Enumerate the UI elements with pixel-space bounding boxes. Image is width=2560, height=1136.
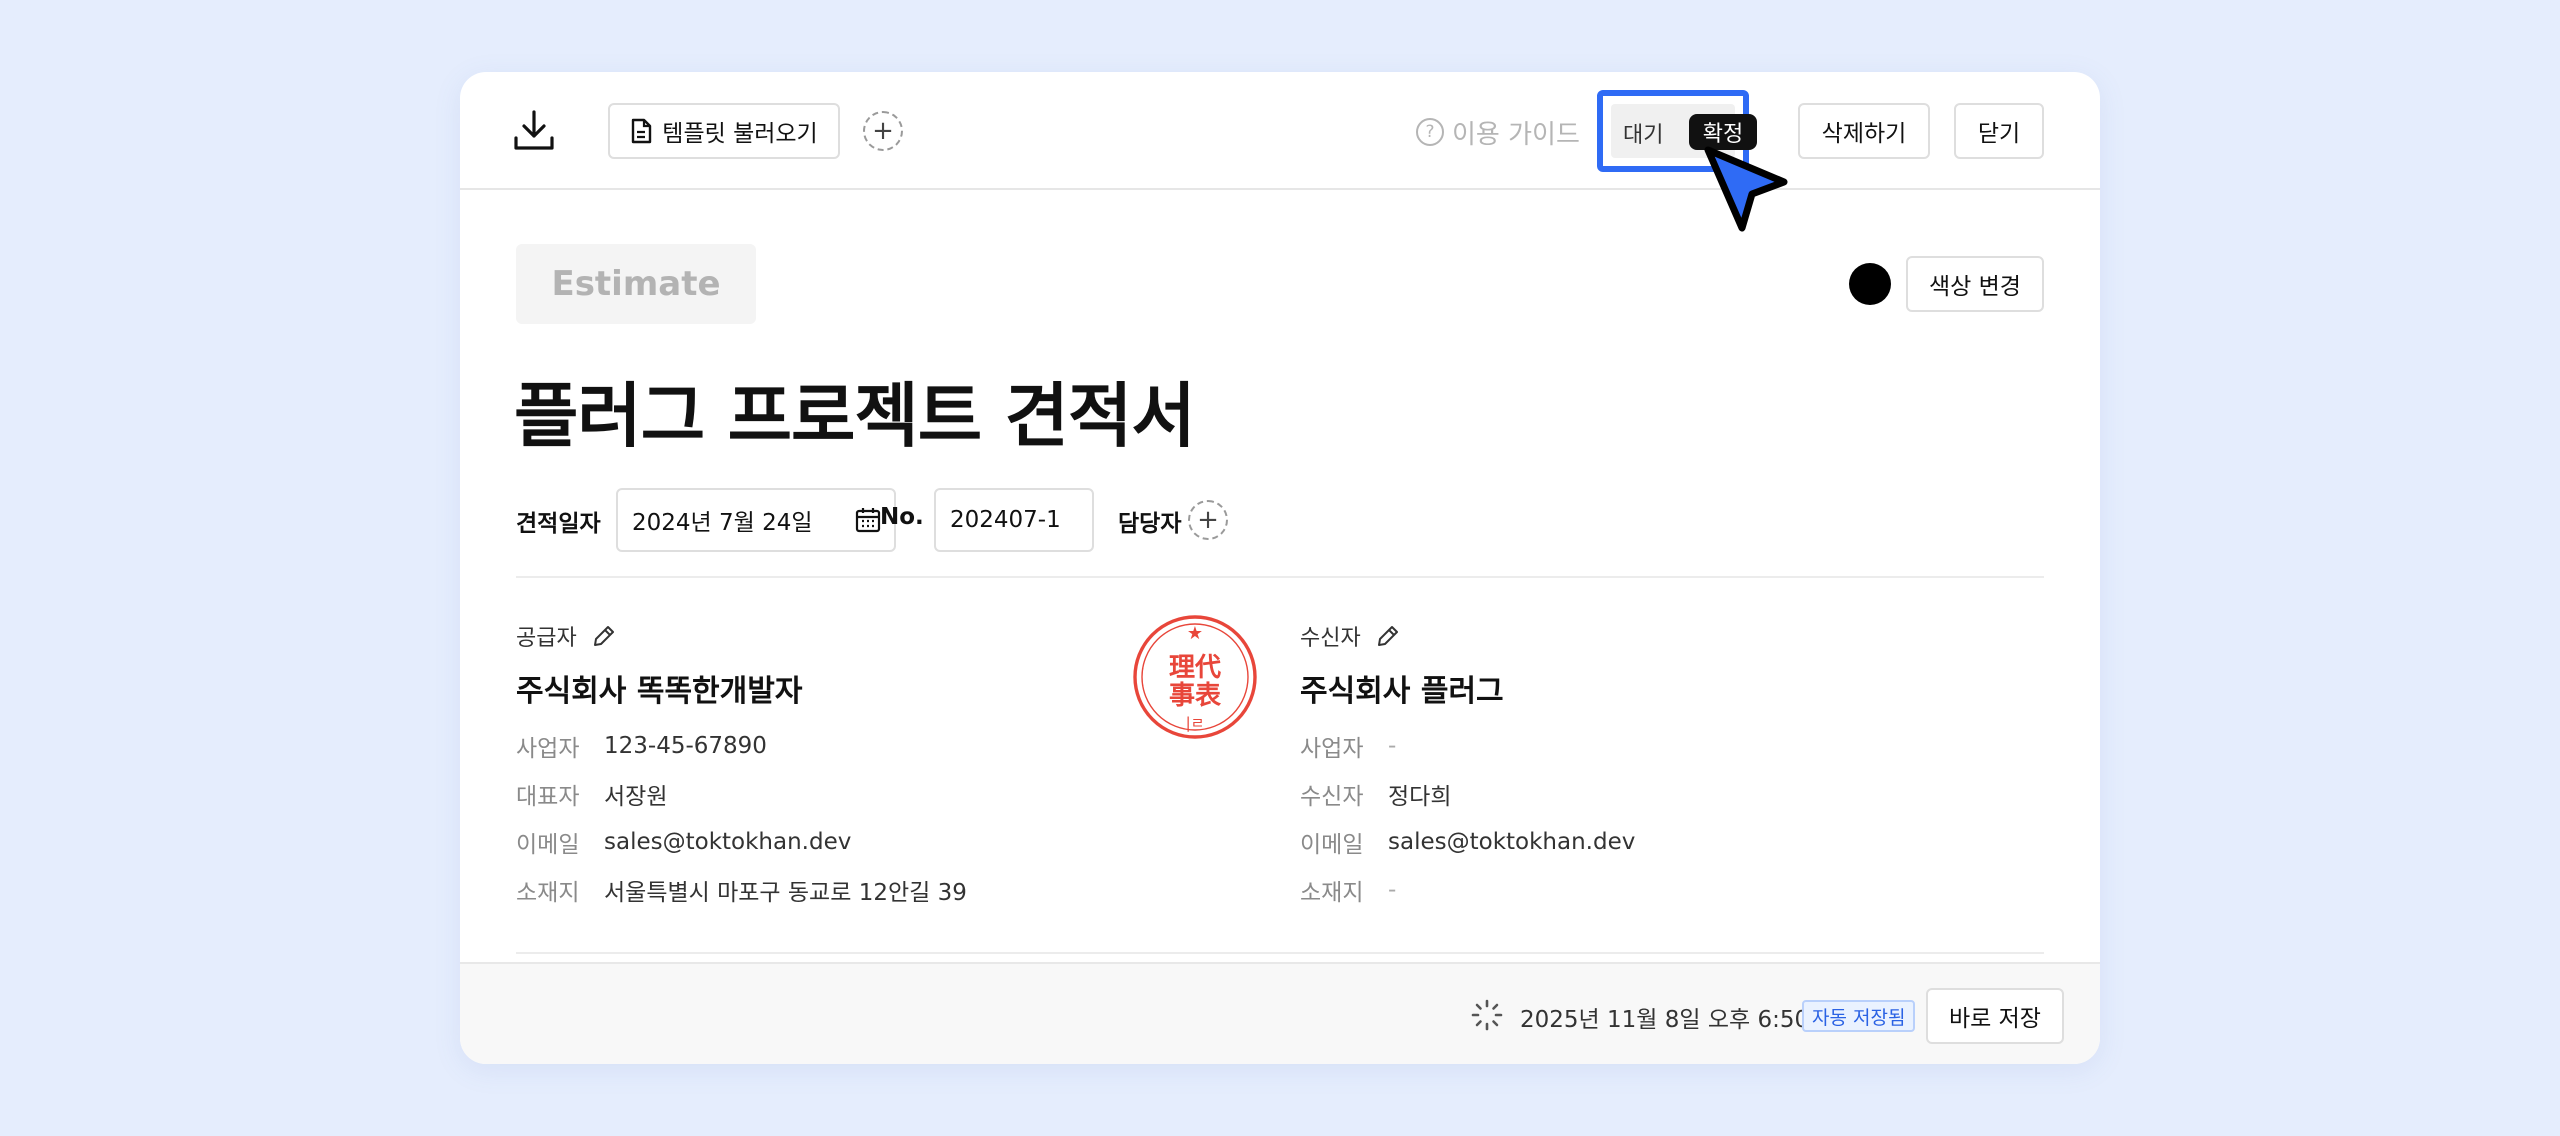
- company-seal-stamp: ★ 理代 事表 |ㄹ: [1133, 615, 1257, 739]
- pencil-icon[interactable]: [1375, 623, 1401, 649]
- receiver-header: 수신자: [1300, 616, 1920, 656]
- receiver-row: 수신자 정다희: [1300, 778, 1920, 810]
- receiver-row: 이메일 sales@toktokhan.dev: [1300, 826, 1920, 858]
- document-title[interactable]: 플러그 프로젝트 견적서: [514, 360, 1196, 461]
- loading-spinner-icon: [1471, 999, 1503, 1031]
- receiver-heading: 수신자: [1300, 626, 1361, 651]
- row-value: 서울특별시 마포구 동교로 12안길 39: [604, 880, 967, 906]
- divider: [516, 576, 2044, 578]
- row-value: -: [1388, 877, 1397, 903]
- svg-text:理代: 理代: [1169, 653, 1221, 683]
- number-field[interactable]: 202407-1: [934, 488, 1094, 552]
- supplier-heading: 공급자: [516, 626, 577, 651]
- svg-text:|ㄹ: |ㄹ: [1186, 714, 1205, 732]
- estimate-editor-card: 템플릿 불러오기 + ? 이용 가이드 대기 확정 삭제하기 닫기 Estima…: [460, 72, 2100, 1064]
- row-key: 소재지: [516, 880, 580, 906]
- pointer-cursor-icon: [1704, 146, 1788, 232]
- row-value: -: [1388, 733, 1397, 759]
- svg-text:事表: 事表: [1169, 681, 1222, 711]
- color-swatch[interactable]: [1849, 263, 1891, 305]
- number-label: No.: [880, 504, 924, 530]
- plus-icon: +: [872, 116, 894, 146]
- receiver-row: 소재지 -: [1300, 874, 1920, 906]
- row-key: 수신자: [1300, 784, 1364, 810]
- row-value: 정다희: [1388, 784, 1452, 810]
- estimate-badge: Estimate: [516, 244, 756, 324]
- row-key: 사업자: [516, 736, 580, 762]
- status-wait-option[interactable]: 대기: [1623, 117, 1663, 149]
- usage-guide-label: 이용 가이드: [1452, 119, 1580, 150]
- receiver-name: 주식회사 플러그: [1300, 674, 1504, 709]
- row-value: sales@toktokhan.dev: [604, 829, 852, 855]
- date-label: 견적일자: [516, 511, 601, 537]
- add-owner-button[interactable]: +: [1188, 500, 1228, 540]
- save-footer: 2025년 11월 8일 오후 6:50 자동 저장됨 바로 저장: [460, 962, 2100, 1064]
- row-key: 소재지: [1300, 880, 1364, 906]
- pencil-icon[interactable]: [591, 623, 617, 649]
- date-value: 2024년 7월 24일: [632, 510, 813, 536]
- plus-icon: +: [1197, 505, 1219, 535]
- usage-guide-link[interactable]: ? 이용 가이드: [1416, 112, 1580, 152]
- question-icon: ?: [1416, 118, 1444, 146]
- owner-label: 담당자: [1118, 511, 1182, 537]
- supplier-row: 이메일 sales@toktokhan.dev: [516, 826, 1136, 858]
- number-value: 202407-1: [950, 507, 1061, 533]
- supplier-row: 대표자 서장원: [516, 778, 1136, 810]
- row-value: 123-45-67890: [604, 733, 767, 759]
- close-button[interactable]: 닫기: [1954, 103, 2044, 159]
- row-key: 대표자: [516, 784, 580, 810]
- supplier-name: 주식회사 똑똑한개발자: [516, 674, 803, 709]
- calendar-icon[interactable]: [854, 506, 882, 534]
- receiver-section: 수신자 주식회사 플러그 사업자 - 수신자 정다희 이메일 sales@tok…: [1300, 616, 1920, 906]
- document-icon: [632, 118, 652, 144]
- add-template-button[interactable]: +: [863, 111, 903, 151]
- load-template-button[interactable]: 템플릿 불러오기: [608, 103, 840, 159]
- auto-saved-badge: 자동 저장됨: [1802, 1000, 1916, 1032]
- row-value: 서장원: [604, 784, 668, 810]
- delete-button[interactable]: 삭제하기: [1798, 103, 1930, 159]
- svg-text:★: ★: [1187, 623, 1203, 644]
- supplier-section: 공급자 주식회사 똑똑한개발자 사업자 123-45-67890 대표자 서장원…: [516, 616, 1136, 906]
- row-key: 사업자: [1300, 736, 1364, 762]
- load-template-label: 템플릿 불러오기: [662, 121, 818, 147]
- supplier-row: 소재지 서울특별시 마포구 동교로 12안길 39: [516, 874, 1136, 906]
- date-field[interactable]: 2024년 7월 24일: [616, 488, 896, 552]
- download-icon[interactable]: [512, 108, 556, 152]
- row-key: 이메일: [1300, 832, 1364, 858]
- toolbar: 템플릿 불러오기 + ? 이용 가이드 대기 확정 삭제하기 닫기: [460, 72, 2100, 232]
- supplier-header: 공급자: [516, 616, 1136, 656]
- last-saved-time: 2025년 11월 8일 오후 6:50: [1520, 1007, 1810, 1033]
- divider: [516, 952, 2044, 954]
- row-value: sales@toktokhan.dev: [1388, 829, 1636, 855]
- save-now-button[interactable]: 바로 저장: [1926, 988, 2064, 1044]
- document-meta-row: 견적일자 2024년 7월 24일 No. 202407-1 담당자 +: [516, 488, 2046, 552]
- change-color-button[interactable]: 색상 변경: [1906, 256, 2044, 312]
- receiver-row: 사업자 -: [1300, 730, 1920, 762]
- supplier-row: 사업자 123-45-67890: [516, 730, 1136, 762]
- row-key: 이메일: [516, 832, 580, 858]
